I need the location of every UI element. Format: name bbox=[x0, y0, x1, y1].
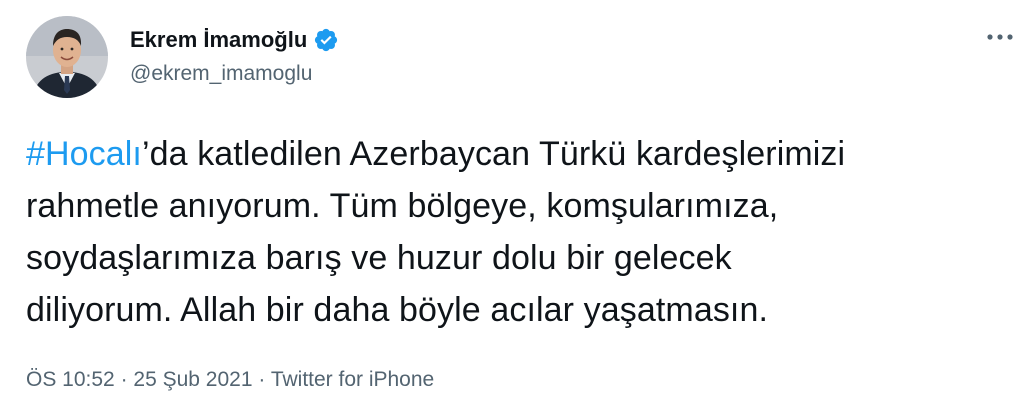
avatar[interactable] bbox=[26, 16, 108, 98]
author-name-row: Ekrem İmamoğlu bbox=[130, 26, 339, 54]
hashtag-link[interactable]: #Hocalı bbox=[26, 135, 142, 173]
tweet-text: #Hocalı’da katledilen Azerbaycan Türkü k… bbox=[26, 128, 1001, 336]
tweet-line-1-text: ’da katledilen Azerbaycan Türkü kardeşle… bbox=[141, 135, 846, 173]
tweet-line-3: soydaşlarımıza barış ve huzur dolu bir g… bbox=[26, 239, 732, 277]
more-options-icon bbox=[987, 34, 1013, 40]
tweet-card: Ekrem İmamoğlu @ekrem_imamoglu #Hocalı’d… bbox=[0, 0, 1033, 420]
meta-separator: · bbox=[114, 368, 134, 391]
profile-photo-icon bbox=[26, 16, 108, 98]
verified-badge-icon bbox=[313, 27, 339, 53]
more-options-button[interactable] bbox=[978, 22, 1022, 52]
tweet-line-4: diliyorum. Allah bir daha böyle acılar y… bbox=[26, 291, 769, 329]
tweet-line-1: #Hocalı’da katledilen Azerbaycan Türkü k… bbox=[26, 128, 1001, 180]
meta-separator: · bbox=[252, 368, 271, 391]
author-handle[interactable]: @ekrem_imamoglu bbox=[130, 60, 312, 88]
tweet-source-link[interactable]: Twitter for iPhone bbox=[271, 368, 434, 391]
author-display-name[interactable]: Ekrem İmamoğlu bbox=[130, 26, 307, 54]
tweet-date-link[interactable]: 25 Şub 2021 bbox=[133, 368, 252, 391]
tweet-line-2: rahmetle anıyorum. Tüm bölgeye, komşular… bbox=[26, 187, 779, 225]
tweet-time-link[interactable]: ÖS 10:52 bbox=[26, 368, 115, 391]
tweet-metadata: ÖS 10:52 · 25 Şub 2021 · Twitter for iPh… bbox=[26, 366, 434, 394]
